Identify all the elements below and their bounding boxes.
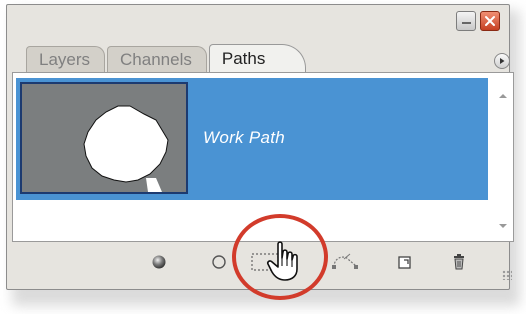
resize-grip[interactable] — [502, 270, 512, 280]
tab-paths-label: Paths — [221, 48, 266, 68]
tab-channels[interactable]: Channels — [107, 46, 207, 72]
path-name: Work Path — [203, 128, 286, 147]
panel-tabs: Layers Channels Paths — [26, 44, 308, 72]
scroll-up-button[interactable] — [495, 89, 511, 103]
minimize-icon — [461, 22, 471, 24]
work-path-icon — [332, 253, 358, 269]
create-new-path-button[interactable] — [392, 250, 418, 274]
minimize-button[interactable] — [456, 11, 476, 31]
load-path-as-selection-button[interactable] — [248, 250, 282, 274]
new-page-icon — [398, 256, 411, 269]
stroke-path-button[interactable] — [206, 250, 232, 274]
paths-toolbar — [12, 246, 514, 282]
make-work-path-button[interactable] — [328, 250, 362, 274]
delete-path-button[interactable] — [446, 250, 472, 274]
chevron-up-icon — [499, 94, 507, 98]
dashed-selection-icon — [251, 253, 279, 271]
path-thumbnail — [20, 82, 188, 194]
filled-circle-icon — [152, 255, 166, 269]
paths-list: Work Path — [12, 72, 514, 242]
tab-layers-label: Layers — [39, 49, 91, 69]
tab-layers[interactable]: Layers — [26, 46, 106, 72]
path-row-work-path[interactable]: Work Path — [16, 78, 488, 200]
triangle-right-icon — [500, 58, 505, 64]
path-shape-icon — [83, 105, 169, 192]
tab-channels-label: Channels — [120, 49, 192, 69]
tab-paths[interactable]: Paths — [208, 44, 307, 72]
chevron-down-icon — [499, 224, 507, 228]
scroll-down-button[interactable] — [495, 219, 511, 233]
trash-icon — [454, 254, 464, 270]
hollow-circle-icon — [212, 255, 226, 269]
panel-menu-button[interactable] — [494, 53, 510, 69]
fill-path-button[interactable] — [146, 250, 172, 274]
close-icon — [485, 16, 495, 26]
close-button[interactable] — [480, 11, 500, 31]
